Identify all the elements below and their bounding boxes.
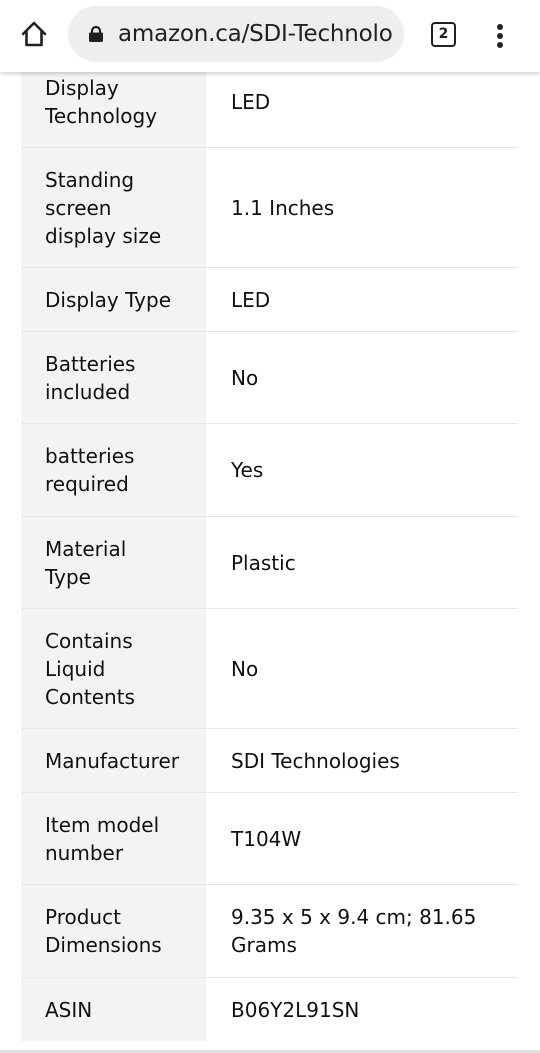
spec-row: batteries required Yes	[21, 424, 518, 517]
spec-row: Standing screen display size 1.1 Inches	[21, 148, 518, 268]
spec-label-cell: Display Type	[21, 268, 206, 331]
url-text: amazon.ca/SDI-Technolo	[118, 21, 393, 47]
browser-toolbar: amazon.ca/SDI-Technolo 2	[0, 0, 540, 72]
spec-label-cell: Item model number	[21, 793, 206, 884]
spec-value: LED	[231, 287, 271, 312]
spec-value-cell: LED	[206, 268, 518, 331]
spec-value-cell: No	[206, 332, 518, 423]
spec-label: Product Dimensions	[45, 905, 162, 957]
spec-value-cell: SDI Technologies	[206, 729, 518, 792]
spec-row: Batteries included No	[21, 332, 518, 424]
spec-value-cell: Plastic	[206, 517, 518, 608]
address-bar[interactable]: amazon.ca/SDI-Technolo	[68, 6, 404, 62]
spec-row: Product Dimensions 9.35 x 5 x 9.4 cm; 81…	[21, 885, 518, 978]
spec-label-cell: batteries required	[21, 424, 206, 516]
spec-row: Contains Liquid Contents No	[21, 609, 518, 729]
spec-label-cell: Product Dimensions	[21, 885, 206, 977]
spec-label: Item model number	[45, 812, 160, 865]
spec-label: Batteries included	[45, 351, 136, 404]
spec-label: Display Technology	[45, 75, 158, 128]
spec-label-cell: Batteries included	[21, 332, 206, 423]
spec-label-cell: Standing screen display size	[21, 148, 206, 267]
spec-row: Item model number T104W	[21, 793, 518, 885]
spec-value: 1.1 Inches	[231, 195, 335, 220]
spec-value: No	[231, 365, 259, 390]
spec-label-cell: ASIN	[21, 978, 206, 1041]
tab-count: 2	[438, 26, 449, 42]
spec-label: ASIN	[45, 997, 93, 1022]
spec-value-cell: B06Y2L91SN	[206, 978, 518, 1041]
spec-value-cell: Yes	[206, 424, 518, 516]
spec-label-cell: Manufacturer	[21, 729, 206, 792]
spec-value-cell: 1.1 Inches	[206, 148, 518, 267]
home-button[interactable]	[14, 14, 54, 54]
spec-value-cell: T104W	[206, 793, 518, 884]
spec-row: ASIN B06Y2L91SN	[21, 978, 518, 1041]
spec-value: B06Y2L91SN	[231, 997, 360, 1022]
spec-label: Material Type	[45, 536, 127, 589]
spec-value: T104W	[231, 826, 302, 851]
spec-value: Plastic	[231, 550, 296, 575]
spec-label: Manufacturer	[45, 748, 179, 773]
more-menu-button[interactable]	[486, 18, 514, 54]
spec-label: Standing screen display size	[45, 167, 162, 248]
spec-label-cell: Material Type	[21, 517, 206, 608]
spec-value: 9.35 x 5 x 9.4 cm; 81.65 Grams	[231, 905, 477, 957]
spec-value: LED	[231, 89, 271, 114]
lock-icon	[89, 26, 103, 42]
tab-switcher-button[interactable]: 2	[428, 18, 460, 50]
spec-value: Yes	[231, 458, 264, 482]
spec-row: Material Type Plastic	[21, 517, 518, 609]
spec-value: SDI Technologies	[231, 748, 400, 773]
spec-label: Display Type	[45, 287, 172, 312]
spec-label-cell: Contains Liquid Contents	[21, 609, 206, 728]
spec-row: Manufacturer SDI Technologies	[21, 729, 518, 793]
spec-label: batteries required	[45, 444, 135, 496]
spec-value: No	[231, 656, 259, 681]
spec-value-cell: 9.35 x 5 x 9.4 cm; 81.65 Grams	[206, 885, 518, 977]
spec-value-cell: No	[206, 609, 518, 728]
spec-label: Contains Liquid Contents	[45, 628, 135, 709]
home-icon	[21, 21, 47, 47]
tab-switcher-icon: 2	[431, 22, 456, 47]
spec-row: Display Type LED	[21, 268, 518, 332]
